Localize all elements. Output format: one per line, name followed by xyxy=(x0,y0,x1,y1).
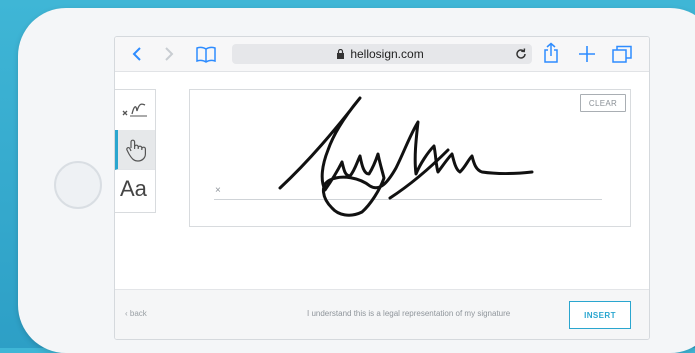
tabs-icon[interactable] xyxy=(611,45,633,63)
forward-arrow-icon[interactable] xyxy=(159,45,179,63)
phone-frame: hellosign.com Aa CLEAR × ‹ back I unders… xyxy=(18,8,695,353)
sign-here-x: × xyxy=(215,185,221,196)
footer-bar: ‹ back I understand this is a legal repr… xyxy=(115,289,649,339)
url-text: hellosign.com xyxy=(350,47,424,61)
tool-touch-signature[interactable] xyxy=(115,130,155,170)
hand-icon xyxy=(126,139,146,162)
pen-line-icon xyxy=(122,103,147,117)
signature-tools: Aa xyxy=(115,89,156,213)
browser-toolbar: hellosign.com xyxy=(115,37,649,72)
browser-screen: hellosign.com Aa CLEAR × ‹ back I unders… xyxy=(114,36,650,340)
bookmarks-icon[interactable] xyxy=(195,45,217,63)
insert-button[interactable]: INSERT xyxy=(569,301,631,329)
tool-draw-signature[interactable] xyxy=(115,90,155,131)
home-button[interactable] xyxy=(54,161,102,209)
back-arrow-icon[interactable] xyxy=(127,45,147,63)
back-link[interactable]: ‹ back xyxy=(125,309,147,318)
reload-icon[interactable] xyxy=(514,47,528,61)
new-tab-icon[interactable] xyxy=(577,45,597,63)
signature-canvas[interactable]: CLEAR × xyxy=(189,89,631,227)
tool-type-signature[interactable]: Aa xyxy=(115,170,155,210)
drawn-signature xyxy=(278,96,534,217)
address-bar[interactable]: hellosign.com xyxy=(232,44,532,64)
type-signature-label: Aa xyxy=(120,176,147,201)
share-icon[interactable] xyxy=(541,42,561,64)
legal-notice: I understand this is a legal representat… xyxy=(307,309,511,318)
clear-button[interactable]: CLEAR xyxy=(580,94,626,112)
